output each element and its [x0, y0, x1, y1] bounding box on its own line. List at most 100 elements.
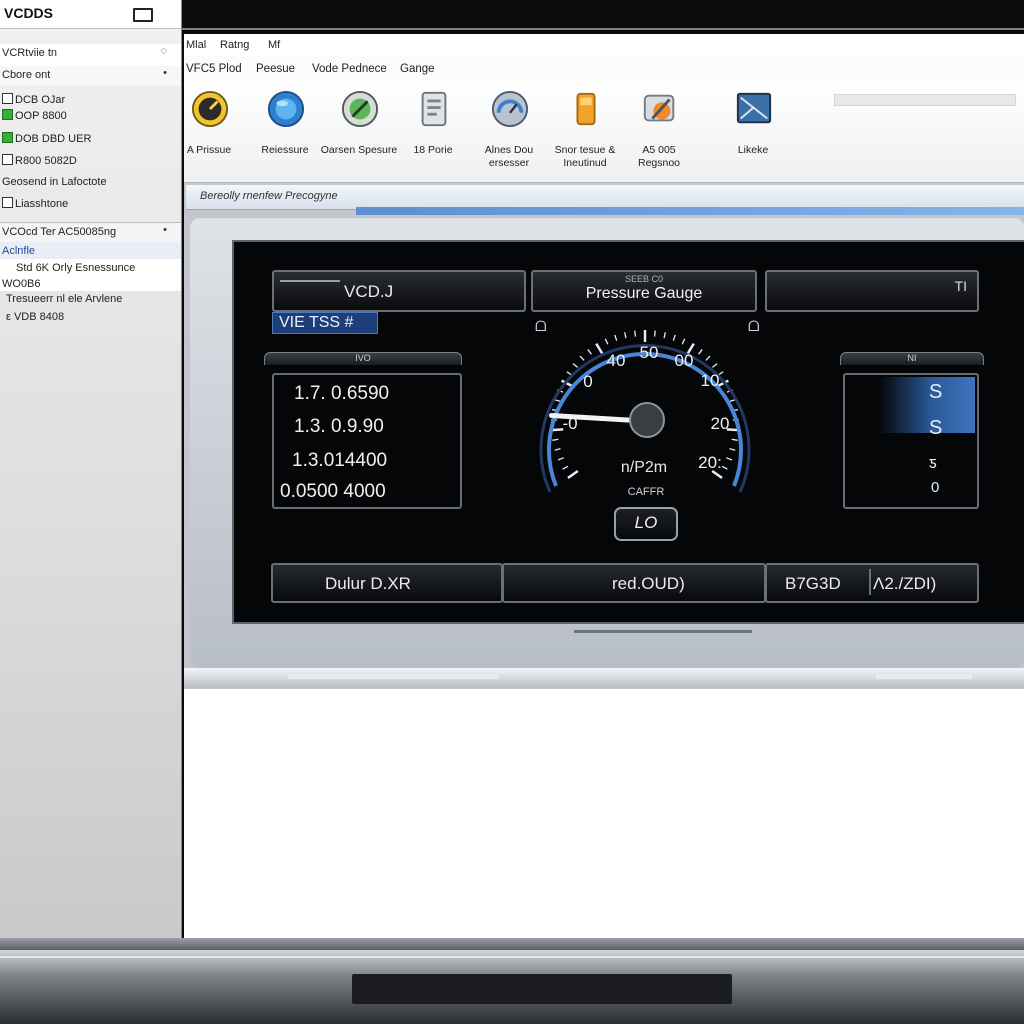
sidebar-item[interactable]: VCOcd Ter AC50085ng •: [0, 222, 181, 243]
toolbar-sensor-button[interactable]: Oarsen Spesure: [321, 88, 397, 178]
sidebar-item[interactable]: VCRtviie tn ◌: [0, 44, 181, 66]
tab[interactable]: VFC5 Plod: [186, 63, 242, 75]
battery-icon: [576, 92, 596, 126]
toolbar-port-button[interactable]: 18 Porie: [398, 88, 468, 178]
device-bezel-edge: [0, 938, 1024, 950]
sidebar-item[interactable]: ε VDB 8408: [0, 308, 181, 326]
toolbar-regression-button[interactable]: A5 005 Regsnoo: [624, 88, 694, 178]
sidebar-titlebar: VCDDS: [0, 0, 181, 29]
tab-bar: VFC5 Plod Peesue Vode Pednece Gange: [184, 56, 1024, 83]
search-input[interactable]: [834, 94, 1016, 106]
indicator-box: S S ƽ 0: [843, 373, 979, 509]
indicator-value: 0: [931, 479, 940, 496]
toolbar-repressure-button[interactable]: Reiessure: [250, 88, 320, 178]
gauge-tick: [562, 465, 569, 470]
gauge-caption: CAFFR: [628, 486, 665, 498]
readout-tab: IVO: [264, 352, 462, 365]
tab[interactable]: Vode Pednece: [312, 63, 387, 75]
gauge-unit: n/P2m: [621, 459, 667, 476]
sidebar-item-label: DOB DBD UER: [15, 133, 92, 145]
bottom-button-label: Dulur D.XR: [325, 574, 411, 593]
gauge-tick: [567, 470, 579, 479]
bottom-button-label: Λ2./ZDI): [873, 574, 937, 593]
checkbox-icon[interactable]: [2, 93, 13, 104]
sidebar-item[interactable]: OOP 8800: [0, 106, 181, 124]
sidebar: VCDDS VCRtviie tn ◌ Cbore ont • DCB OJar…: [0, 0, 182, 938]
vie-status-badge: VIE TSS #: [272, 312, 378, 334]
sidebar-item[interactable]: Tresueerr nl ele Arvlene: [0, 290, 181, 308]
sidebar-item[interactable]: Liasshtone: [0, 194, 181, 212]
indicator-value: S: [929, 381, 943, 403]
sidebar-item-label: VCRtviie tn: [2, 47, 58, 59]
vcd-button-label: VCD.J: [344, 282, 394, 301]
sidebar-item[interactable]: Cbore ont •: [0, 66, 181, 86]
readout-value: 1.3. 0.9.90: [294, 416, 384, 437]
sidebar-item[interactable]: R800 5082D: [0, 151, 181, 169]
checkbox-icon[interactable]: [2, 154, 13, 165]
panel-base: [184, 668, 1024, 688]
bottom-button[interactable]: B7G3D Λ2./ZDI): [765, 563, 979, 603]
status-green-icon: [2, 109, 13, 120]
refresh-icon[interactable]: ◌: [160, 45, 167, 57]
sidebar-item-label: DCB OJar: [15, 94, 66, 106]
toolbar-sensor-issue-button[interactable]: Snor tesue & Ineutinud: [550, 88, 620, 178]
sidebar-item-label: VCOcd Ter AC50085ng: [2, 226, 117, 238]
indicator-glow: [879, 377, 975, 433]
toolbar-label: 18 Porie: [413, 144, 453, 156]
lo-button[interactable]: LO: [614, 507, 678, 541]
sidebar-item[interactable]: WO0B6: [0, 275, 181, 291]
indicator-value: ƽ: [929, 453, 937, 472]
gauge-tick: [726, 457, 733, 461]
toolbar-pressure-button[interactable]: A Prissue: [174, 88, 244, 178]
sidebar-item-label: Cbore ont: [2, 69, 51, 81]
menu-item[interactable]: Mf: [268, 39, 280, 51]
toolbar-label: Likeke: [737, 144, 769, 156]
tools-icon: [643, 94, 675, 122]
gauge-tick: [653, 330, 656, 337]
readout-value: 1.7. 0.6590: [294, 383, 390, 404]
globe-icon: [267, 90, 305, 128]
tab[interactable]: Peesue: [256, 63, 295, 75]
gauge-tick-label: 00: [675, 351, 694, 370]
gauge-tick: [554, 448, 561, 451]
gauge-tick: [634, 330, 637, 337]
indicator-value: S: [929, 417, 943, 439]
menu-item[interactable]: Mlal: [186, 39, 206, 51]
sidebar-item[interactable]: DOB DBD UER: [0, 129, 181, 147]
gauge-tick: [729, 448, 736, 451]
sidebar-item-label: Aclnfle: [2, 245, 36, 257]
toolbar-like-button[interactable]: Likeke: [718, 88, 788, 178]
pressure-gauge-sublabel: SEEB C0: [624, 274, 664, 284]
gauge-tick: [681, 338, 686, 345]
toolbar-alarms-button[interactable]: Alnes Dou ersesser: [474, 88, 544, 178]
toolbar-label: A Prissue: [186, 144, 232, 156]
readout-value: 0.0500 4000: [280, 481, 386, 502]
sidebar-item-selected[interactable]: Aclnfle: [0, 242, 181, 259]
bottom-button[interactable]: Dulur D.XR: [271, 563, 503, 603]
sidebar-item[interactable]: Geosend in Lafoctote: [0, 173, 181, 191]
sidebar-item-label: Liasshtone: [15, 198, 69, 210]
gauge-tick: [552, 438, 559, 441]
ti-button[interactable]: TI: [765, 270, 979, 312]
checkbox-icon[interactable]: [2, 197, 13, 208]
gauge-tick: [711, 363, 718, 368]
gauge-tick: [572, 363, 579, 368]
readout-box: 1.7. 0.6590 1.3. 0.9.90 1.3.014400 0.050…: [272, 373, 462, 509]
tab[interactable]: Gange: [400, 63, 435, 75]
bullet-icon: •: [163, 67, 167, 79]
progress-strip: [356, 207, 1024, 215]
indicator-tab-label: NI: [907, 353, 917, 363]
sidebar-item[interactable]: Std 6K Orly Esnessunce: [0, 259, 181, 276]
pressure-gauge-button[interactable]: SEEB C0 Pressure Gauge: [531, 270, 757, 312]
bottom-button-label: B7G3D: [785, 574, 841, 593]
vcd-button[interactable]: VCD.J: [272, 270, 526, 312]
gauge-tick: [604, 338, 609, 345]
gauge-tick: [663, 332, 666, 339]
bottom-button[interactable]: red.OUD): [502, 563, 766, 603]
gauge-tick-label: 20:: [698, 453, 722, 472]
sidebar-item-label: R800 5082D: [15, 155, 77, 167]
vie-status-text: VIE TSS #: [279, 314, 354, 331]
maximize-icon[interactable]: [133, 8, 153, 22]
menu-item[interactable]: Ratng: [220, 39, 249, 51]
gauge-tick: [698, 349, 703, 355]
